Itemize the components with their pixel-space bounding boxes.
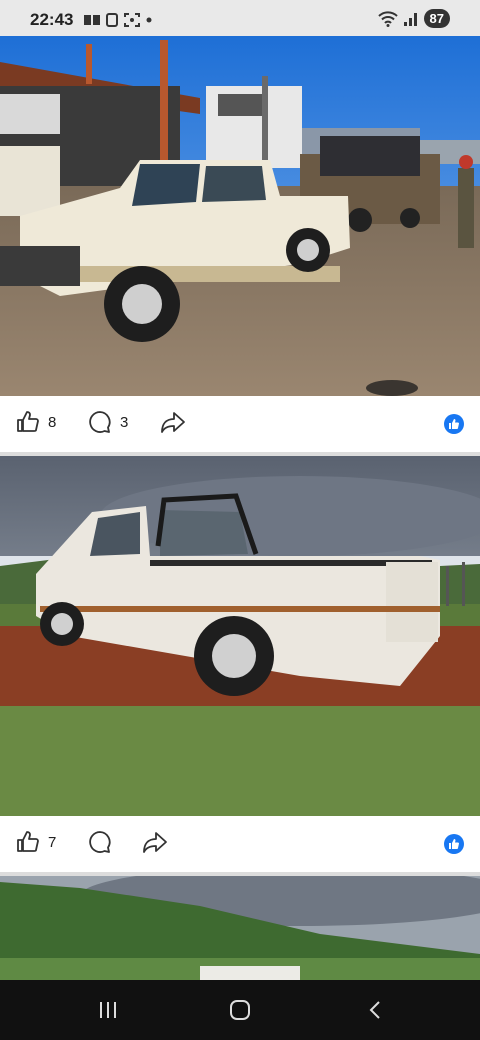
sim-icon (106, 13, 118, 27)
system-navigation-bar (0, 980, 480, 1040)
like-button[interactable]: 8 (16, 410, 56, 434)
share-button[interactable] (160, 410, 186, 434)
like-count: 7 (48, 833, 57, 851)
recent-apps-icon (100, 1002, 116, 1018)
like-button[interactable]: 7 (16, 830, 56, 854)
share-icon (143, 832, 167, 853)
status-bar: 22:43 87 (0, 0, 480, 36)
comment-icon (89, 831, 111, 853)
wifi-icon (377, 10, 398, 27)
status-notification-icons (84, 13, 152, 27)
post-image[interactable] (0, 876, 480, 980)
share-icon (161, 412, 185, 433)
post-actions: 8 3 (0, 396, 480, 452)
white-pickup-field-photo (0, 456, 480, 816)
post-image[interactable] (0, 36, 480, 396)
home-icon (230, 1000, 250, 1020)
share-button[interactable] (142, 830, 168, 854)
status-system-icons: 87 (377, 9, 450, 28)
hillside-photo (0, 876, 480, 980)
like-count: 8 (48, 413, 57, 431)
home-button[interactable] (228, 998, 252, 1027)
thumbs-up-icon (17, 411, 39, 432)
recent-apps-button[interactable] (96, 998, 120, 1027)
message-icon (84, 15, 100, 25)
screenshot-icon (124, 13, 140, 27)
back-icon (369, 1001, 380, 1019)
dot-icon (146, 17, 152, 23)
status-time: 22:43 (30, 10, 74, 29)
back-button[interactable] (364, 998, 388, 1027)
thumbs-up-icon (17, 831, 39, 852)
post-image[interactable] (0, 456, 480, 816)
comment-button[interactable]: 3 (88, 410, 128, 434)
post-actions: 7 (0, 816, 480, 872)
pickup-with-truck-photo (0, 36, 480, 396)
comment-button[interactable] (88, 830, 112, 854)
signal-icon (403, 12, 417, 26)
battery-indicator: 87 (423, 9, 450, 28)
like-reaction-icon[interactable] (444, 834, 464, 854)
like-reaction-icon[interactable] (444, 414, 464, 434)
comment-count: 3 (120, 413, 129, 431)
comment-icon (89, 411, 111, 433)
